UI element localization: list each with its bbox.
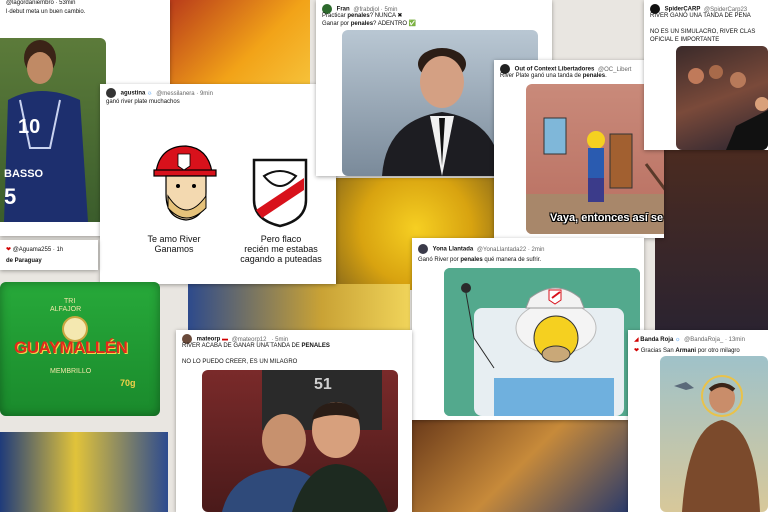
bg-blob-bottom-left <box>0 432 168 512</box>
tweet-card-6[interactable]: ❤ @Aguama255 · 1h de Paraguay <box>0 240 98 270</box>
tweet-handle: @BandaRoja_ · 13min <box>684 337 745 343</box>
tweet-handle: @lagordaniembro · 53min <box>6 0 76 6</box>
tweet-text: l·debut meta un buen cambio. <box>6 9 86 15</box>
tweet-text-rest-2: ? ADENTRO ✅ <box>373 21 417 27</box>
tweet-text-line2: Ganar por <box>322 21 351 27</box>
verified-icon: ☼ <box>674 337 681 343</box>
avatar <box>106 88 116 98</box>
tweet-image-celebration <box>676 46 768 150</box>
tweet-card-2[interactable]: agustina ☼ @messilanera · 9min ganó rive… <box>100 84 336 284</box>
jersey-name: BASSO <box>4 168 44 180</box>
tweet-card-4[interactable]: Out of Context Libertadores @OC_Libert R… <box>494 60 664 238</box>
package-weight: 70g <box>120 378 136 388</box>
tweet-text-bold: penales <box>347 13 370 19</box>
tweet-author: Banda Roja <box>640 337 674 343</box>
tweet-text-bold: Armani <box>675 348 697 354</box>
tweet-handle: @messilanera · 9min <box>156 90 213 97</box>
tweet-text-2: NO ES UN SIMULACRO, RIVER CLAS <box>650 29 756 35</box>
tweet-text-bold-2: penales <box>350 21 374 27</box>
tweet-text-1: RIVER GANÓ UNA TANDA DE PENA <box>650 13 751 19</box>
tweet-text-line1: Practicar <box>322 13 348 19</box>
tweet-author: agustina <box>120 90 146 97</box>
bg-blob-orange <box>168 0 310 86</box>
tweet-text: de Paraguay <box>6 258 42 264</box>
tweet-text: RIVER ACABA DE GANAR UNA TANDA DE <box>182 343 302 349</box>
bg-blob-blue <box>188 284 410 334</box>
tweet-text-end: qué manera de sufrir. <box>482 257 542 263</box>
tweet-text: Ganó River por <box>418 257 461 263</box>
tweet-text-2: NO LO PUEDO CREER, ES UN MILAGRO <box>182 359 298 365</box>
tweet-text-end: por otro milagro <box>696 348 740 354</box>
tweet-image-homer-hospital <box>444 268 640 416</box>
tweet-text-bold: penales <box>460 257 483 263</box>
tweet-text-bold: PENALES <box>301 343 330 349</box>
meme-caption: Vaya, entonces así se siente <box>550 212 664 224</box>
heart-icon: ❤ <box>634 348 640 354</box>
tweet-image-saint <box>660 356 768 512</box>
meme-text-right: Pero flaco recién me estabas cagando a p… <box>240 234 322 264</box>
tweet-text-3: OFICIAL E IMPORTANTE <box>650 37 720 43</box>
meme-hat-character-icon <box>152 142 218 222</box>
tweet-image-ronaldo: 51 <box>202 370 398 512</box>
tweet-handle: @YonaLlantada22 · 2min <box>476 246 545 253</box>
heart-icon: ❤ <box>6 247 12 253</box>
tweet-text: River Plate ganó una tanda de <box>500 73 583 79</box>
guaymallen-package: TRI ALFAJOR GUAYMALLÉN MEMBRILLO 70g <box>0 282 160 416</box>
bg-blob-dark <box>655 150 768 330</box>
tweet-handle: @Aguama255 · 1h <box>12 247 64 253</box>
tweet-card-8[interactable]: mateorp ▬ @mateorp12_ · 5min RIVER ACABA… <box>176 330 412 512</box>
package-flavor: MEMBRILLO <box>50 368 92 375</box>
meme-text-left: Te amo River Ganamos <box>147 234 201 254</box>
jersey-number: 10 <box>18 116 41 138</box>
jersey-number-2: 5 <box>4 184 17 209</box>
tweet-text-rest: ? NUNCA ✖ <box>369 13 403 19</box>
tweet-text: ganó river plate muchachos <box>106 99 180 105</box>
package-brand: GUAYMALLÉN <box>14 338 128 357</box>
scoreboard-number: 51 <box>314 376 332 393</box>
tweet-card-7[interactable]: Yona Llantada @YonaLlantada22 · 2min Gan… <box>412 238 644 420</box>
package-alfajor: ALFAJOR <box>50 306 82 313</box>
tweet-author: Yona Llantada <box>432 246 474 253</box>
package-tri: TRI <box>64 298 76 305</box>
tweet-text: Gracias San <box>640 348 676 354</box>
tweet-text-end: . <box>605 73 607 79</box>
bg-blob-bottom-mid <box>412 420 628 512</box>
tweet-card-5[interactable]: SpiderCARP @SpiderCarp23 RIVER GANÓ UNA … <box>644 0 768 150</box>
flag-icon: ◢ <box>634 337 639 343</box>
river-crest-icon <box>250 156 310 228</box>
avatar <box>418 244 428 254</box>
verified-icon: ☼ <box>147 90 153 97</box>
tweet-card-9[interactable]: ◢ Banda Roja ☼ @BandaRoja_ · 13min ❤ Gra… <box>628 330 768 512</box>
tweet-image-football: 10 BASSO 5 <box>0 38 106 222</box>
tweet-text-bold: penales <box>582 73 606 79</box>
